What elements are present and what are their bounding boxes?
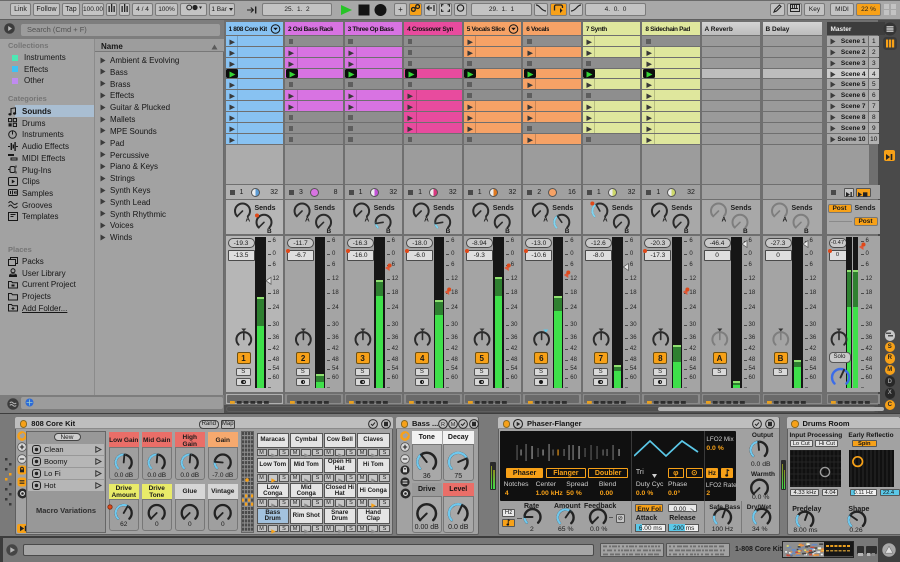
svg-text:R: R xyxy=(441,422,445,428)
svg-text:M: M xyxy=(450,422,455,428)
